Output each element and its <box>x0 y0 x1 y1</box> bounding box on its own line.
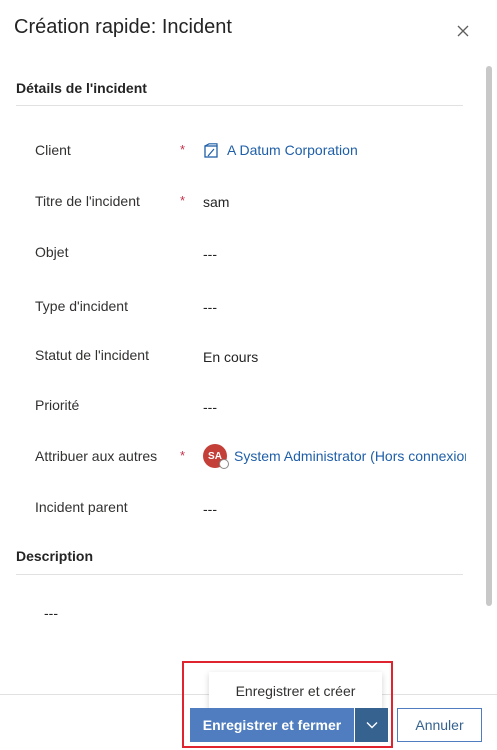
attribuer-label: Attribuer aux autres <box>35 448 158 464</box>
section-divider <box>16 105 463 106</box>
type-label: Type d'incident <box>35 298 128 314</box>
client-label: Client <box>35 142 71 158</box>
close-button[interactable] <box>452 20 474 42</box>
statut-select[interactable]: En cours <box>203 349 258 365</box>
objet-label: Objet <box>35 244 69 260</box>
description-input[interactable]: --- <box>44 605 58 621</box>
section-title-details: Détails de l'incident <box>16 80 147 96</box>
account-entity-icon <box>204 143 218 158</box>
form-body[interactable]: Détails de l'incident Client * A Datum C… <box>0 62 484 694</box>
required-indicator: * <box>180 448 186 463</box>
section-title-description: Description <box>16 548 94 564</box>
client-lookup-value[interactable]: A Datum Corporation <box>227 142 358 158</box>
required-indicator: * <box>180 142 186 157</box>
parent-lookup[interactable]: --- <box>203 501 217 517</box>
priorite-select[interactable]: --- <box>203 399 217 415</box>
titre-input[interactable]: sam <box>203 194 229 210</box>
close-icon[interactable] <box>457 25 469 37</box>
cancel-button[interactable]: Annuler <box>397 708 482 742</box>
titre-label: Titre de l'incident <box>35 193 140 209</box>
section-divider <box>16 574 463 575</box>
priorite-label: Priorité <box>35 397 80 413</box>
presence-status-icon <box>219 459 229 469</box>
objet-input[interactable]: --- <box>203 246 217 262</box>
required-indicator: * <box>180 193 186 208</box>
statut-label: Statut de l'incident <box>35 347 149 363</box>
page-title: Création rapide: Incident <box>14 16 232 38</box>
parent-label: Incident parent <box>35 499 128 515</box>
type-select[interactable]: --- <box>203 299 217 315</box>
attribuer-lookup-value[interactable]: System Administrator (Hors connexion) <box>234 448 466 464</box>
highlight-annotation-box <box>182 661 393 748</box>
vertical-scrollbar[interactable] <box>486 66 492 606</box>
